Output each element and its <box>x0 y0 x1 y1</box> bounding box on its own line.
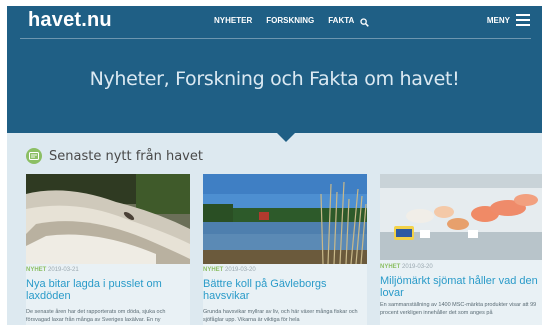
nav-item-nyheter[interactable]: NYHETER <box>214 16 252 25</box>
news-card[interactable]: NYHET 2019-03-20 Miljömärkt sjömat hålle… <box>380 174 542 325</box>
card-meta: NYHET 2019-03-20 <box>203 267 256 273</box>
card-title[interactable]: Bättre koll på Gävleborgs havsvikar <box>203 278 363 302</box>
section-title: Senaste nytt från havet <box>49 148 203 164</box>
card-category: NYHET <box>380 264 401 270</box>
page: havet.nu NYHETER FORSKNING FAKTA MENY Ny… <box>7 6 542 325</box>
site-logo[interactable]: havet.nu <box>28 9 112 32</box>
card-category: NYHET <box>203 267 224 273</box>
card-image-bay[interactable] <box>203 174 367 264</box>
card-excerpt: De senaste åren har det rapporterats om … <box>26 309 166 323</box>
hero-pointer <box>277 133 295 142</box>
card-date: 2019-03-21 <box>48 267 79 273</box>
card-meta: NYHET 2019-03-21 <box>26 267 79 273</box>
card-image-salmon[interactable] <box>26 174 190 264</box>
news-card[interactable]: NYHET 2019-03-20 Bättre koll på Gävlebor… <box>203 174 367 325</box>
news-card[interactable]: NYHET 2019-03-21 Nya bitar lagda i pussl… <box>26 174 190 325</box>
card-category: NYHET <box>26 267 47 273</box>
card-image-seafood[interactable] <box>380 174 542 264</box>
menu-label: MENY <box>486 15 510 25</box>
menu-button[interactable]: MENY <box>487 14 530 26</box>
card-title[interactable]: Miljömärkt sjömat håller vad den lovar <box>380 275 540 299</box>
main-nav: NYHETER FORSKNING FAKTA <box>214 16 354 25</box>
hero-header: havet.nu NYHETER FORSKNING FAKTA MENY Ny… <box>7 6 542 133</box>
card-title[interactable]: Nya bitar lagda i pusslet om laxdöden <box>26 278 186 302</box>
section-header: Senaste nytt från havet <box>26 148 203 164</box>
hero-tagline: Nyheter, Forskning och Fakta om havet! <box>89 68 460 90</box>
nav-item-fakta[interactable]: FAKTA <box>328 16 354 25</box>
menu-icon <box>516 14 530 26</box>
card-excerpt: Grunda havsvikar myllrar av liv, och här… <box>203 309 358 323</box>
card-excerpt: En sammanställning av 1400 MSC-märkta pr… <box>380 302 537 316</box>
card-date: 2019-03-20 <box>225 267 256 273</box>
card-date: 2019-03-20 <box>402 264 433 270</box>
header-divider <box>20 38 531 39</box>
card-meta: NYHET 2019-03-20 <box>380 264 433 270</box>
search-icon[interactable] <box>360 14 369 32</box>
nav-item-forskning[interactable]: FORSKNING <box>266 16 314 25</box>
news-icon <box>26 148 42 164</box>
